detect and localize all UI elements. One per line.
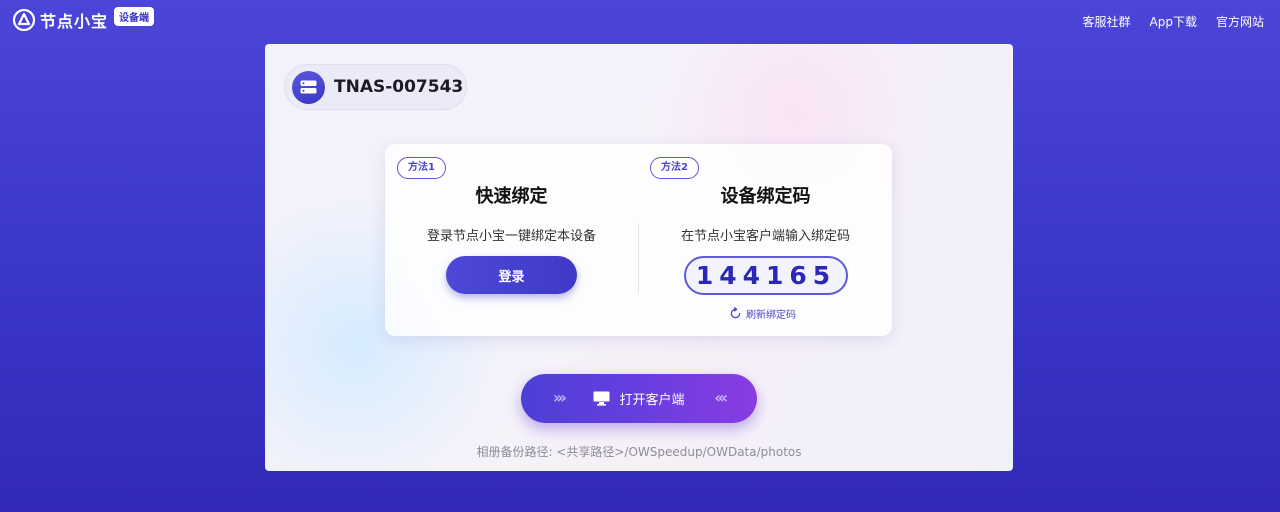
- open-client-label: 打开客户端: [619, 393, 685, 408]
- brand-logo-icon: [12, 8, 36, 32]
- binding-methods-panel: 方法1 快速绑定 登录节点小宝一键绑定本设备 登录 方法2 设备绑定码 在节点小…: [385, 144, 892, 336]
- method1-tag: 方法1: [397, 157, 446, 179]
- method1-description: 登录节点小宝一键绑定本设备: [426, 229, 596, 244]
- method2-description: 在节点小宝客户端输入绑定码: [680, 229, 850, 244]
- top-bar: 节点小宝 设备端 客服社群 App下载 官方网站: [0, 0, 1280, 42]
- chevrons-left-icon: ‹‹‹: [714, 388, 728, 407]
- brand-logo[interactable]: 节点小宝 设备端: [12, 6, 155, 32]
- bind-code-display: 144165: [684, 256, 848, 295]
- device-pill: TNAS-007543: [284, 64, 467, 110]
- photo-backup-path: 相册备份路径: <共享路径>/OWSpeedup/OWData/photos: [476, 445, 802, 459]
- device-name: TNAS-007543: [334, 77, 464, 97]
- method2-title: 设备绑定码: [720, 186, 811, 207]
- server-icon: [292, 70, 325, 104]
- nav-official-site[interactable]: 官方网站: [1216, 13, 1264, 30]
- nav-app-download[interactable]: App下载: [1150, 13, 1197, 30]
- bind-device-card: TNAS-007543 方法1 快速绑定 登录节点小宝一键绑定本设备 登录 方法…: [265, 44, 1013, 471]
- open-client-button[interactable]: ››› 打开客户端 ‹‹‹: [521, 374, 757, 423]
- top-nav: 客服社群 App下载 官方网站: [1083, 13, 1264, 30]
- login-button[interactable]: 登录: [446, 256, 577, 294]
- refresh-code-label: 刷新绑定码: [746, 310, 796, 321]
- nav-customer-community[interactable]: 客服社群: [1083, 13, 1131, 30]
- brand-name: 节点小宝: [40, 12, 109, 31]
- chevrons-right-icon: ›››: [553, 388, 567, 407]
- method-bind-code: 方法2 设备绑定码 在节点小宝客户端输入绑定码 144165 刷新绑定码: [639, 144, 892, 336]
- refresh-icon: [730, 307, 741, 319]
- method1-title: 快速绑定: [475, 186, 548, 207]
- device-side-badge: 设备端: [114, 6, 155, 26]
- method2-tag: 方法2: [650, 157, 699, 179]
- method-quick-bind: 方法1 快速绑定 登录节点小宝一键绑定本设备 登录: [385, 144, 638, 336]
- refresh-code-button[interactable]: 刷新绑定码: [729, 306, 796, 321]
- monitor-icon: [593, 391, 610, 406]
